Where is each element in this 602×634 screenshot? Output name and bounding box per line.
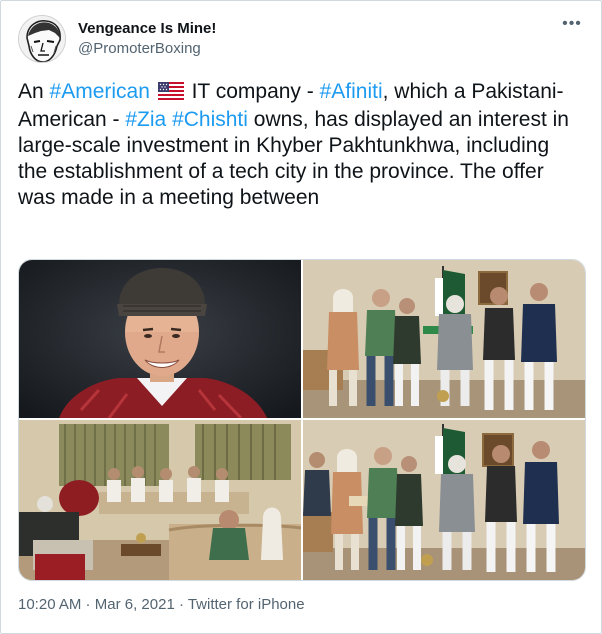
photo-group-meeting-2[interactable] xyxy=(303,420,585,580)
sketch-portrait-avatar[interactable] xyxy=(18,15,66,63)
tweet-metadata: 10:20 AM · Mar 6, 2021 · Twitter for iPh… xyxy=(18,595,305,615)
tweet-card: Vengeance Is Mine! @PromoterBoxing ••• A… xyxy=(0,0,602,634)
hashtag-afiniti[interactable]: #Afiniti xyxy=(320,80,383,103)
author-names: Vengeance Is Mine! @PromoterBoxing xyxy=(78,19,216,59)
tweet-time[interactable]: 10:20 AM xyxy=(18,596,81,613)
user-handle[interactable]: @PromoterBoxing xyxy=(78,39,216,59)
media-grid xyxy=(18,259,586,581)
display-name[interactable]: Vengeance Is Mine! xyxy=(78,19,216,39)
hashtag-american[interactable]: #American xyxy=(50,80,150,103)
tweet-source[interactable]: Twitter for iPhone xyxy=(188,596,305,613)
hashtag-zia[interactable]: #Zia xyxy=(125,108,166,131)
more-horizontal-icon[interactable]: ••• xyxy=(560,16,584,37)
photo-group-meeting-1[interactable] xyxy=(303,260,585,418)
tweet-text-segment: An xyxy=(18,80,50,103)
tweet-text: An #American IT company - #Afiniti, whic… xyxy=(18,79,584,211)
tweet-text-segment: IT company - xyxy=(185,80,320,103)
meta-separator: · xyxy=(81,596,95,613)
photo-seated-meeting[interactable] xyxy=(19,420,301,580)
us-flag-emoji xyxy=(157,81,184,107)
meta-separator: · xyxy=(174,596,188,613)
tweet-date[interactable]: Mar 6, 2021 xyxy=(95,596,175,613)
tweet-header: Vengeance Is Mine! @PromoterBoxing ••• xyxy=(18,15,584,65)
hashtag-chishti[interactable]: #Chishti xyxy=(172,108,248,131)
photo-portrait[interactable] xyxy=(19,260,301,418)
